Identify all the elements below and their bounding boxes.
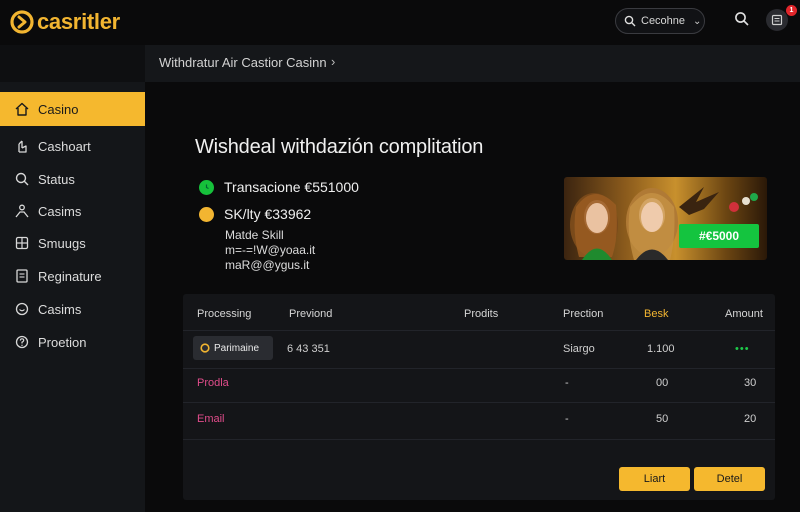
status-cell: - bbox=[565, 377, 569, 389]
sidebar-item-smuugs[interactable]: Smuugs bbox=[0, 226, 145, 260]
hand-icon bbox=[18, 140, 27, 153]
sidebar-item-label: Casims bbox=[38, 203, 82, 219]
column-header[interactable]: Prection bbox=[563, 308, 603, 320]
reference-cell: 6 43 351 bbox=[287, 343, 330, 355]
account-button[interactable] bbox=[766, 9, 788, 31]
wallet-icon bbox=[771, 14, 783, 26]
document-icon bbox=[16, 269, 28, 283]
sidebar-item-label: Reginature bbox=[38, 268, 102, 284]
sidebar-item-label: Cashoart bbox=[38, 138, 91, 154]
primary-action-button[interactable]: Liart bbox=[619, 467, 690, 491]
search-input[interactable] bbox=[641, 15, 691, 27]
sidebar-item-label: Smuugs bbox=[38, 235, 86, 251]
column-header[interactable]: Besk bbox=[644, 308, 668, 320]
detail-line: maR@@ygus.it bbox=[225, 258, 310, 272]
sidebar-item-label: Proetion bbox=[38, 334, 87, 350]
besk-cell: 00 bbox=[656, 377, 669, 389]
sidebar-item-status[interactable]: Status bbox=[0, 162, 145, 196]
breadcrumb: Withdratur Air Castior Casinn › bbox=[145, 45, 800, 82]
column-header[interactable]: Previond bbox=[289, 308, 332, 320]
column-header[interactable]: Processing bbox=[197, 308, 251, 320]
amount-cell: ••• bbox=[735, 343, 750, 355]
sidebar: Casino Cashoart Status Casims Smuugs Reg… bbox=[0, 82, 145, 512]
chat-icon bbox=[15, 302, 29, 316]
magnifier-icon bbox=[735, 12, 749, 26]
person-icon bbox=[15, 204, 29, 218]
main-content: Wishdeal withdazión complitation Transac… bbox=[145, 82, 800, 512]
transaction-amount: Transacione €551000 bbox=[224, 179, 359, 195]
search-button[interactable] bbox=[734, 11, 752, 29]
transaction-amount: SK/lty €33962 bbox=[224, 206, 312, 222]
chevron-right-icon: › bbox=[331, 54, 336, 69]
sidebar-item-reginature[interactable]: Reginature bbox=[0, 259, 145, 293]
logo-mark-icon bbox=[10, 10, 34, 34]
row-divider bbox=[183, 368, 775, 369]
sidebar-item-label: Casims bbox=[38, 301, 82, 317]
grid-icon bbox=[15, 236, 29, 250]
sidebar-item-label: Casino bbox=[38, 101, 79, 117]
detail-line: Matde Skill bbox=[225, 228, 284, 242]
search-icon bbox=[624, 15, 636, 27]
top-bar: casritler ⌄ 1 bbox=[0, 0, 800, 45]
amount-cell: 30 bbox=[744, 377, 757, 389]
secondary-action-button[interactable]: Detel bbox=[694, 467, 765, 491]
breadcrumb-item[interactable]: Withdratur Air Castior Casinn bbox=[159, 55, 327, 70]
sidebar-item-casims[interactable]: Casims bbox=[0, 194, 145, 228]
search-icon bbox=[15, 172, 29, 186]
crumbbar-spacer bbox=[0, 45, 145, 82]
home-icon bbox=[15, 102, 29, 116]
brand-name: casritler bbox=[37, 9, 120, 34]
row-label[interactable]: Prodla bbox=[197, 377, 229, 389]
notification-badge[interactable]: 1 bbox=[786, 5, 797, 16]
transaction-row: Transacione €551000 bbox=[199, 179, 359, 195]
detail-line: m=-=!W@yoaa.it bbox=[225, 243, 316, 257]
row-divider bbox=[183, 330, 775, 331]
besk-cell: 50 bbox=[656, 413, 669, 425]
sidebar-item-cashoart[interactable]: Cashoart bbox=[0, 129, 145, 163]
payment-method-chip[interactable]: Parimaine bbox=[193, 336, 273, 360]
status-dot-icon bbox=[199, 179, 214, 195]
row-divider bbox=[183, 402, 775, 403]
chevron-down-icon[interactable]: ⌄ bbox=[693, 16, 701, 27]
help-icon bbox=[15, 335, 29, 349]
page-title: Wishdeal withdazión complitation bbox=[195, 136, 484, 158]
row-label[interactable]: Email bbox=[197, 413, 225, 425]
sidebar-item-proetion[interactable]: Proetion bbox=[0, 325, 145, 359]
payment-method-label: Parimaine bbox=[214, 342, 260, 354]
promo-cta-button[interactable]: #€5000 bbox=[679, 224, 759, 248]
transaction-row: SK/lty €33962 bbox=[199, 206, 311, 222]
transactions-table: Processing Previond Prodits Prection Bes… bbox=[183, 294, 775, 500]
search-field[interactable]: ⌄ bbox=[615, 8, 705, 34]
sidebar-item-casino[interactable]: Casino bbox=[0, 92, 145, 126]
payment-logo-icon bbox=[200, 343, 210, 353]
brand-logo[interactable]: casritler bbox=[10, 9, 120, 35]
coin-icon bbox=[199, 206, 214, 222]
column-header[interactable]: Amount bbox=[725, 308, 763, 320]
sidebar-item-label: Status bbox=[38, 171, 75, 187]
status-cell: - bbox=[565, 413, 569, 425]
promo-banner[interactable]: #€5000 bbox=[564, 177, 767, 260]
row-divider bbox=[183, 439, 775, 440]
amount-cell: 20 bbox=[744, 413, 757, 425]
besk-cell: 1.100 bbox=[647, 343, 675, 355]
sidebar-item-casims-2[interactable]: Casims bbox=[0, 292, 145, 326]
column-header[interactable]: Prodits bbox=[464, 308, 498, 320]
clock-icon bbox=[205, 184, 209, 189]
status-cell: Siargo bbox=[563, 343, 595, 355]
